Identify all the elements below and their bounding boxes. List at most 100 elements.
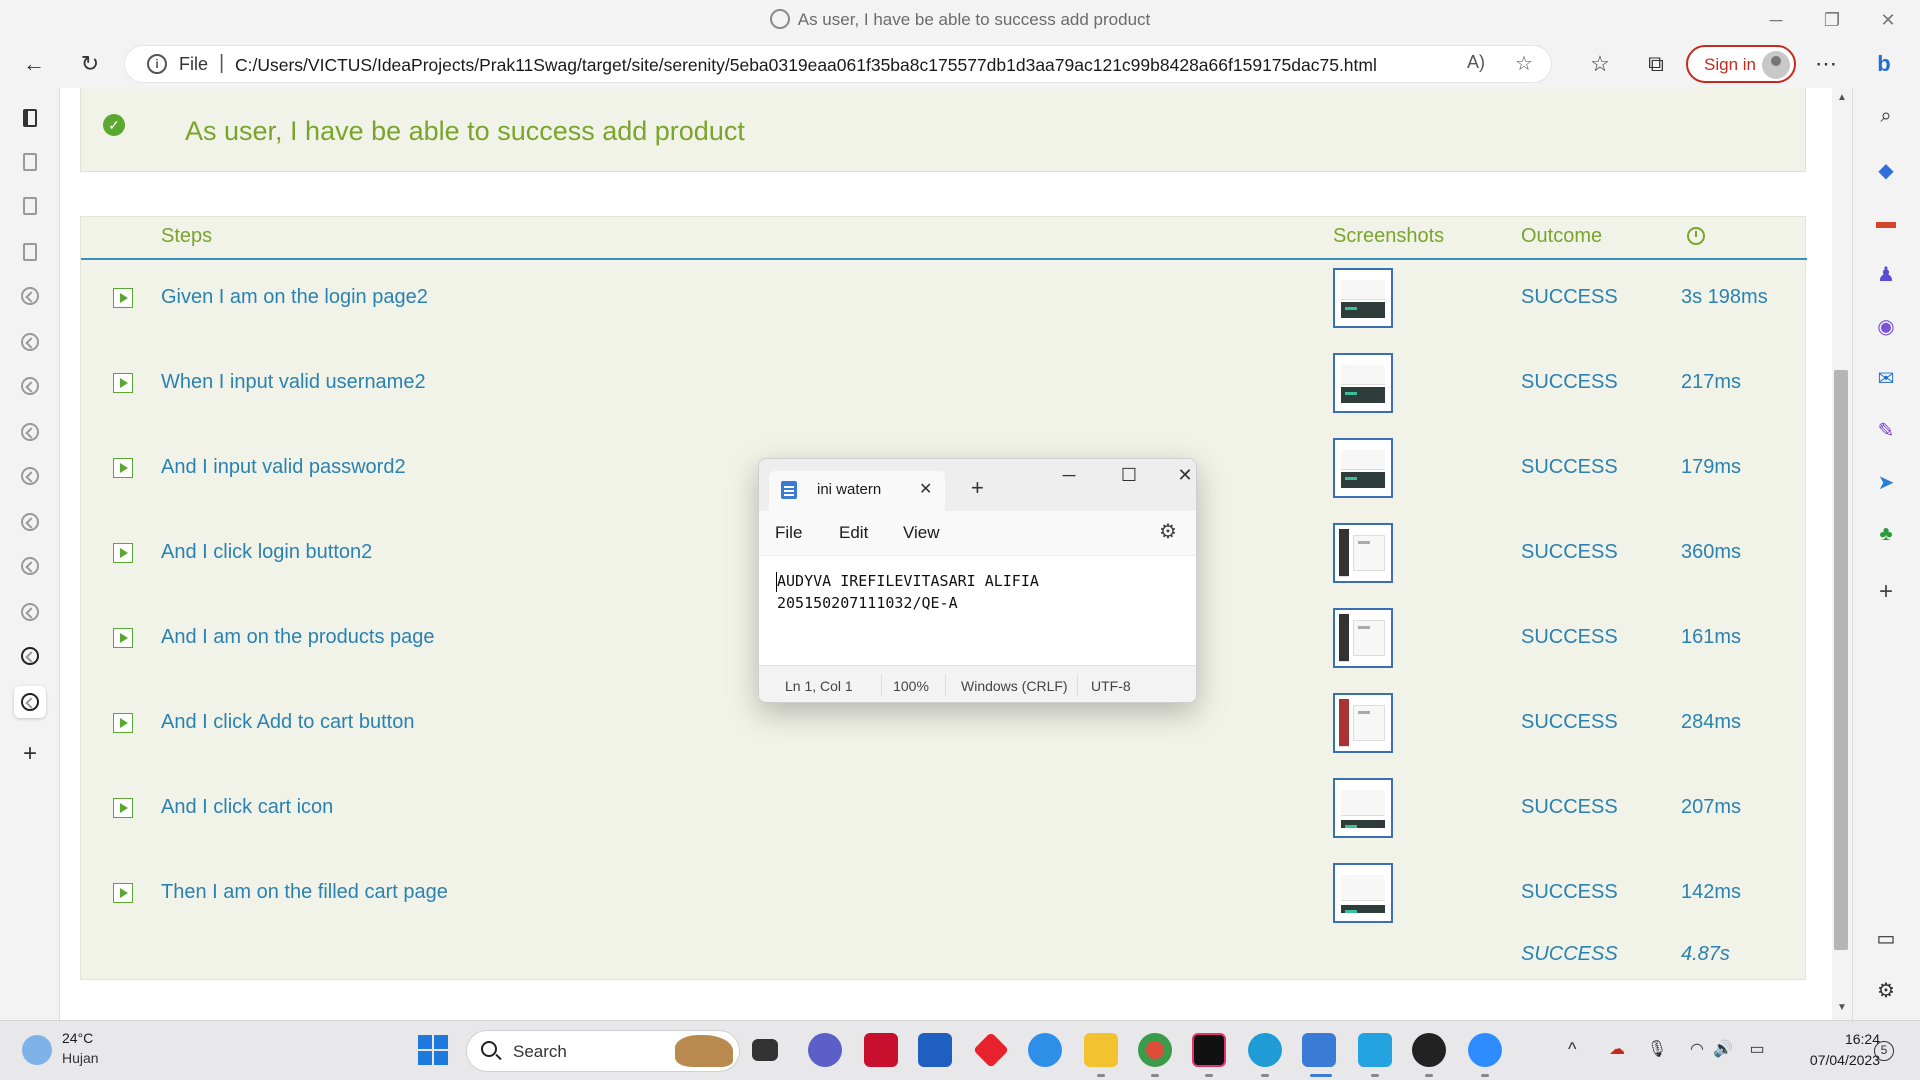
intellij-icon[interactable] xyxy=(1192,1033,1226,1067)
favorite-star-icon[interactable]: ☆ xyxy=(1515,51,1533,76)
restore-button[interactable]: ❐ xyxy=(1804,0,1860,40)
step-screenshot-thumbnail[interactable] xyxy=(1333,523,1393,583)
favorites-icon[interactable]: ☆ xyxy=(1580,44,1620,84)
read-aloud-icon[interactable]: A) xyxy=(1467,52,1485,73)
back-button[interactable]: ← xyxy=(14,44,54,84)
step-screenshot-thumbnail[interactable] xyxy=(1333,438,1393,498)
designer-icon[interactable]: ✎ xyxy=(1870,414,1902,446)
edge-icon[interactable] xyxy=(1248,1033,1282,1067)
search-icon[interactable]: ⌕ xyxy=(1870,100,1902,132)
collections-icon[interactable]: ⧉ xyxy=(1636,44,1676,84)
address-url[interactable]: C:/Users/VICTUS/IdeaProjects/Prak11Swag/… xyxy=(235,55,1377,76)
copilot-icon[interactable]: b xyxy=(1864,44,1904,84)
minimize-button[interactable]: ─ xyxy=(1748,0,1804,40)
outlook-icon[interactable]: ✉ xyxy=(1870,362,1902,394)
expand-step-icon[interactable] xyxy=(113,373,133,393)
serenity-tab-icon[interactable] xyxy=(14,370,46,402)
expand-step-icon[interactable] xyxy=(113,458,133,478)
serenity-tab-icon[interactable] xyxy=(14,550,46,582)
vscode-icon[interactable] xyxy=(1358,1033,1392,1067)
close-tab-icon[interactable]: ✕ xyxy=(919,479,932,499)
notepad-close-button[interactable]: ✕ xyxy=(1165,465,1196,486)
menu-edit[interactable]: Edit xyxy=(839,523,868,543)
weather-rain-icon[interactable] xyxy=(22,1035,52,1065)
tab-actions-icon[interactable] xyxy=(14,102,46,134)
start-windows-icon[interactable] xyxy=(418,1035,448,1065)
store-icon[interactable] xyxy=(918,1033,952,1067)
page-tab-icon[interactable] xyxy=(14,236,46,268)
tree-icon[interactable]: ♣ xyxy=(1870,518,1902,550)
send-icon[interactable]: ➤ xyxy=(1870,466,1902,498)
step-screenshot-thumbnail[interactable] xyxy=(1333,863,1393,923)
serenity-tab-icon[interactable] xyxy=(14,640,46,672)
notepad-minimize-button[interactable]: ─ xyxy=(1049,465,1089,486)
step-screenshot-thumbnail[interactable] xyxy=(1333,268,1393,328)
battery-icon[interactable]: ▭ xyxy=(1746,1039,1768,1061)
scroll-up-icon[interactable]: ▲ xyxy=(1837,92,1847,103)
expand-step-icon[interactable] xyxy=(113,798,133,818)
wifi-icon[interactable]: ◠ xyxy=(1686,1039,1708,1061)
notepad-maximize-button[interactable]: ☐ xyxy=(1109,465,1149,486)
expand-step-icon[interactable] xyxy=(113,713,133,733)
expand-step-icon[interactable] xyxy=(113,628,133,648)
menu-file[interactable]: File xyxy=(775,523,802,543)
close-window-button[interactable]: ✕ xyxy=(1860,0,1916,40)
more-menu-icon[interactable]: ⋯ xyxy=(1806,44,1846,84)
chat-icon[interactable] xyxy=(808,1033,842,1067)
serenity-tab-icon[interactable] xyxy=(14,326,46,358)
serenity-tab-icon[interactable] xyxy=(14,506,46,538)
app-blue-icon[interactable] xyxy=(1028,1033,1062,1067)
address-bar[interactable]: i File | C:/Users/VICTUS/IdeaProjects/Pr… xyxy=(124,45,1552,83)
expand-step-icon[interactable] xyxy=(113,883,133,903)
onedrive-icon[interactable]: ☁ xyxy=(1606,1039,1628,1061)
tray-overflow-chevron-icon[interactable]: ^ xyxy=(1568,1039,1576,1060)
weather-temperature[interactable]: 24°C xyxy=(62,1030,93,1046)
shopping-icon[interactable]: ◆ xyxy=(1870,154,1902,186)
mcafee-icon[interactable] xyxy=(864,1033,898,1067)
notepad-taskbar-icon[interactable] xyxy=(1302,1033,1336,1067)
notepad-text-area[interactable]: AUDYVA IREFILEVITASARI ALIFIA 2051502071… xyxy=(759,555,1196,665)
step-screenshot-thumbnail[interactable] xyxy=(1333,353,1393,413)
serenity-tab-icon[interactable] xyxy=(14,460,46,492)
serenity-tab-icon[interactable] xyxy=(14,280,46,312)
info-icon[interactable]: i xyxy=(147,54,167,74)
refresh-button[interactable]: ↻ xyxy=(70,44,110,84)
scroll-down-icon[interactable]: ▼ xyxy=(1837,1002,1847,1013)
expand-step-icon[interactable] xyxy=(113,543,133,563)
new-tab-icon[interactable]: + xyxy=(14,738,46,770)
file-explorer-icon[interactable] xyxy=(1084,1033,1118,1067)
task-view-icon[interactable] xyxy=(752,1039,778,1061)
obs-icon[interactable] xyxy=(1412,1033,1446,1067)
active-tab-icon[interactable] xyxy=(14,686,46,718)
zoom-icon[interactable] xyxy=(1468,1033,1502,1067)
notepad-window[interactable]: ini watern ✕ + ─ ☐ ✕ File Edit View ⚙ AU… xyxy=(758,458,1197,703)
page-tab-icon[interactable] xyxy=(14,190,46,222)
notepad-tab[interactable]: ini watern ✕ xyxy=(769,471,945,511)
office-icon[interactable]: ◉ xyxy=(1870,310,1902,342)
new-tab-button[interactable]: + xyxy=(971,475,984,501)
hide-sidebar-icon[interactable]: ▭ xyxy=(1870,922,1902,954)
page-tab-icon[interactable] xyxy=(14,146,46,178)
chrome-icon[interactable] xyxy=(1138,1033,1172,1067)
taskbar-search[interactable]: Search xyxy=(466,1030,740,1072)
tools-icon[interactable]: ▬ xyxy=(1870,206,1902,238)
games-icon[interactable]: ♟ xyxy=(1870,258,1902,290)
notification-count-badge[interactable]: 5 xyxy=(1874,1041,1894,1061)
clock-time[interactable]: 16:24 xyxy=(1828,1031,1880,1047)
menu-view[interactable]: View xyxy=(903,523,940,543)
settings-gear-icon[interactable]: ⚙ xyxy=(1159,519,1177,544)
step-screenshot-thumbnail[interactable] xyxy=(1333,693,1393,753)
serenity-tab-icon[interactable] xyxy=(14,416,46,448)
step-screenshot-thumbnail[interactable] xyxy=(1333,608,1393,668)
scrollbar-thumb[interactable] xyxy=(1834,370,1848,950)
serenity-tab-icon[interactable] xyxy=(14,596,46,628)
step-screenshot-thumbnail[interactable] xyxy=(1333,778,1393,838)
clock-date[interactable]: 07/04/2023 xyxy=(1794,1052,1880,1068)
sign-in-button[interactable]: Sign in xyxy=(1686,45,1796,83)
sidebar-settings-icon[interactable]: ⚙ xyxy=(1870,974,1902,1006)
expand-step-icon[interactable] xyxy=(113,288,133,308)
app-red-diamond-icon[interactable] xyxy=(972,1031,1010,1069)
add-sidebar-app-icon[interactable]: + xyxy=(1870,576,1902,608)
microphone-icon[interactable]: 🎙 xyxy=(1646,1039,1668,1061)
volume-icon[interactable]: 🔊 xyxy=(1712,1039,1734,1061)
